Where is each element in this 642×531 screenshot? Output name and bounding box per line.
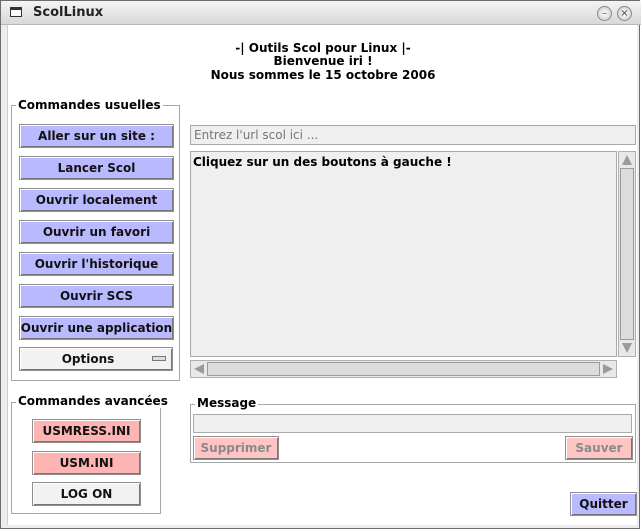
horizontal-scrollbar[interactable] (190, 360, 617, 378)
close-icon[interactable]: × (617, 6, 632, 21)
window-icon (10, 7, 22, 17)
quit-button[interactable]: Quitter (570, 492, 637, 516)
header-date: Nous sommes le 15 octobre 2006 (210, 68, 436, 82)
open-scs-button[interactable]: Ouvrir SCS (19, 284, 174, 308)
scroll-right-icon[interactable] (603, 364, 613, 374)
go-to-site-button[interactable]: Aller sur un site : (19, 124, 174, 148)
minimize-icon[interactable]: – (597, 6, 612, 21)
output-text-area[interactable]: Cliquez sur un des boutons à gauche ! (190, 151, 617, 357)
usmress-ini-button[interactable]: USMRESS.INI (32, 419, 141, 443)
launch-scol-button[interactable]: Lancer Scol (19, 156, 174, 180)
scroll-up-icon[interactable] (622, 155, 632, 165)
horizontal-scroll-thumb[interactable] (207, 362, 600, 376)
open-application-button[interactable]: Ouvrir une application (19, 316, 174, 340)
vertical-scrollbar[interactable] (618, 151, 636, 357)
options-dropdown[interactable]: Options (19, 347, 173, 371)
usm-ini-button[interactable]: USM.INI (32, 451, 141, 475)
delete-button[interactable]: Supprimer (193, 436, 279, 460)
header-welcome: Bienvenue iri ! (273, 54, 373, 68)
vertical-scroll-thumb[interactable] (620, 168, 634, 340)
dropdown-icon (152, 356, 166, 361)
app-window: ScolLinux – × -| Outils Scol pour Linux … (0, 0, 641, 529)
scroll-down-icon[interactable] (622, 343, 632, 353)
save-button[interactable]: Sauver (565, 436, 633, 460)
options-label: Options (61, 352, 115, 366)
log-on-button[interactable]: LOG ON (32, 482, 141, 506)
window-title: ScolLinux (33, 5, 104, 20)
client-area: -| Outils Scol pour Linux |- Bienvenue i… (7, 25, 637, 525)
open-history-button[interactable]: Ouvrir l'historique (19, 252, 174, 276)
message-input[interactable] (193, 414, 632, 433)
open-local-button[interactable]: Ouvrir localement (19, 188, 174, 212)
url-input[interactable] (190, 125, 636, 145)
advanced-commands-legend: Commandes avancées (16, 394, 170, 408)
open-favorite-button[interactable]: Ouvrir un favori (19, 220, 174, 244)
usual-commands-legend: Commandes usuelles (16, 98, 163, 112)
title-bar[interactable]: ScolLinux – × (1, 1, 641, 25)
scroll-left-icon[interactable] (194, 364, 204, 374)
message-legend: Message (195, 396, 259, 410)
header-title: -| Outils Scol pour Linux |- (235, 41, 411, 55)
